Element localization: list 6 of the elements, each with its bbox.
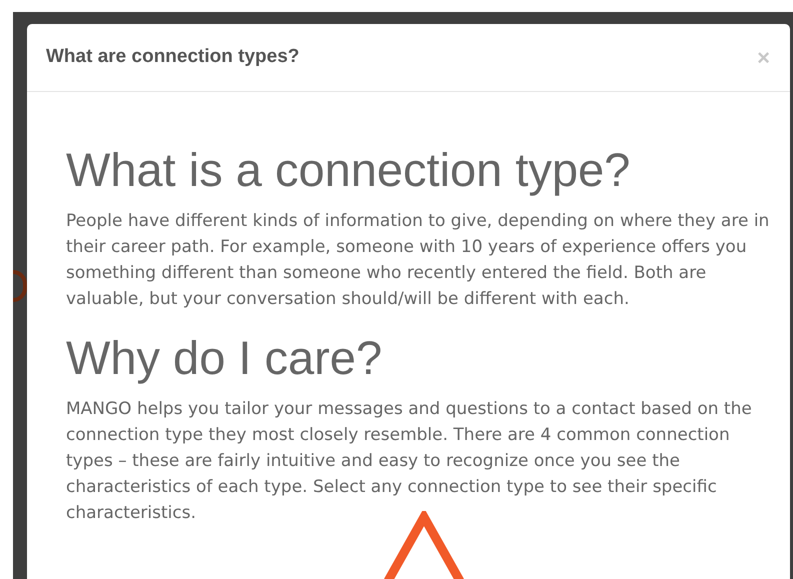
close-button[interactable]: × (757, 46, 770, 68)
modal-title: What are connection types? (46, 45, 300, 70)
section-heading: What is a connection type? (66, 142, 632, 198)
section-heading: Why do I care? (66, 330, 384, 386)
section-paragraph: MANGO helps you tailor your messages and questions to a contact based on the connection type they most closely resemble. There are 4 common connection types – these are fairly intuitive and easy to recognize once you see the characteristics of each type. Select any connection type to see their specific characteristics. (66, 398, 753, 525)
section-paragraph: People have different kinds of information to give, depending on where they are in their career path. For example, someone with 10 years of experience offers you something different than someone who recently entered the field. Both are valuable, but your conversation should/will be different with each. (66, 210, 770, 311)
